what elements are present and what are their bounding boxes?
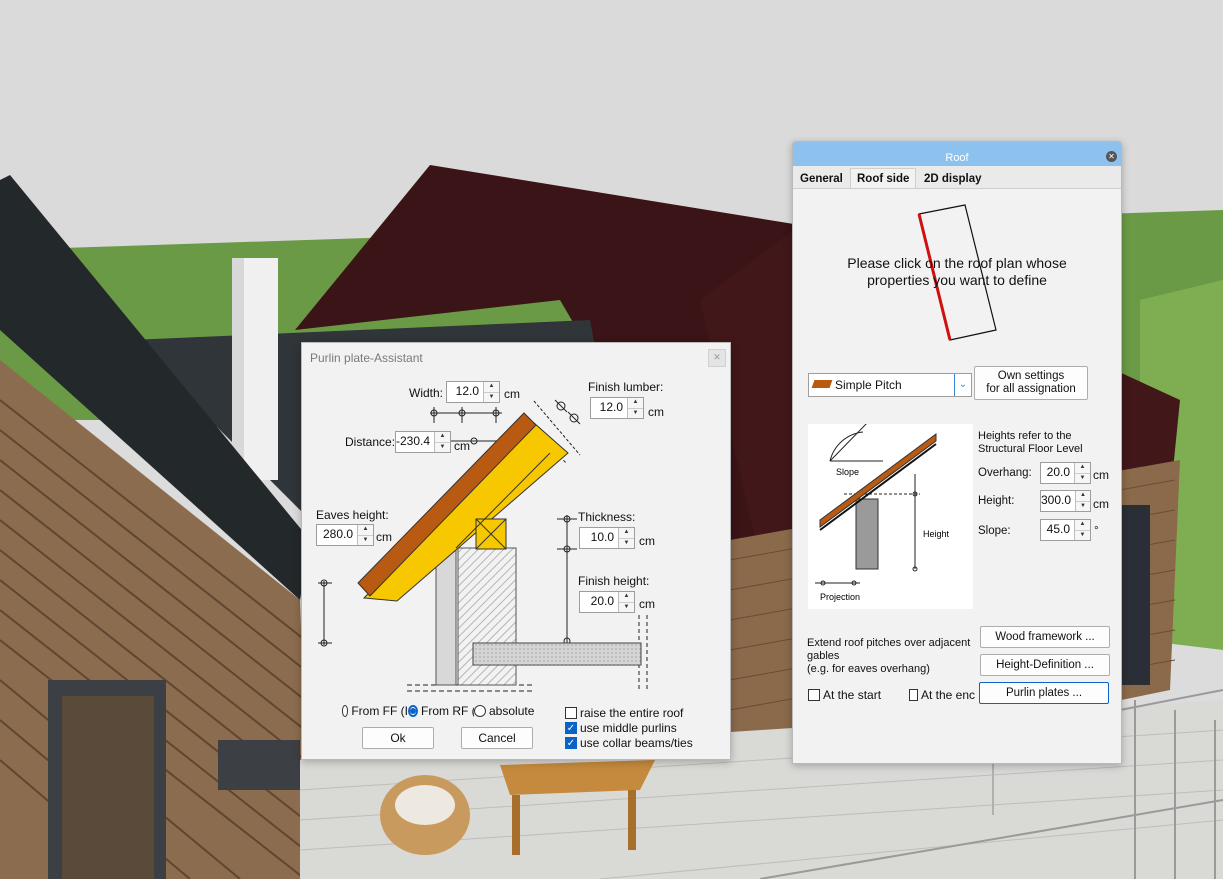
finish-height-label: Finish height: [578, 574, 650, 588]
chevron-down-icon[interactable]: ⌄ [954, 374, 971, 396]
projection-diagram-label: Projection [820, 592, 860, 602]
roof-dialog-titlebar[interactable]: Roof ✕ [793, 142, 1121, 166]
finish-lumber-field[interactable]: 12.0 ▲ ▼ [590, 397, 644, 419]
radio-from-rf-circle[interactable] [408, 705, 418, 717]
at-start-checkbox[interactable]: At the start [808, 688, 881, 702]
radio-from-ff[interactable]: From FF (I [342, 704, 408, 718]
height-label: Height: [978, 495, 1015, 507]
tab-roof-side[interactable]: Roof side [850, 168, 917, 188]
finish-height-unit: cm [639, 597, 655, 611]
slope-stepper[interactable]: ▲ ▼ [1074, 520, 1090, 540]
finish-lumber-label: Finish lumber: [588, 380, 664, 394]
distance-label: Distance: [345, 435, 396, 449]
tab-general[interactable]: General [800, 173, 843, 185]
use-collar-beams-checkbox[interactable]: ✓ use collar beams/ties [565, 736, 693, 750]
thickness-label: Thickness: [578, 510, 636, 524]
height-stepper[interactable]: ▲ ▼ [1075, 491, 1090, 511]
width-field[interactable]: 12.0 ▲ ▼ [446, 381, 500, 403]
overhang-label: Overhang: [978, 467, 1032, 479]
slope-label: Slope: [978, 525, 1011, 537]
roof-type-icon [811, 380, 833, 388]
roof-dialog: Roof ✕ General Roof side 2D display Plea… [792, 141, 1122, 764]
width-label: Width: [409, 386, 444, 400]
overhang-field[interactable]: 20.0 ▲ ▼ [1040, 462, 1091, 484]
radio-from-ff-circle[interactable] [342, 705, 349, 717]
slope-field[interactable]: 45.0 ▲ ▼ [1040, 519, 1091, 541]
own-settings-button[interactable]: Own settings for all assignation [974, 366, 1088, 400]
height-field[interactable]: 300.0 ▲ ▼ [1040, 490, 1091, 512]
eaves-height-label: Eaves height: [316, 508, 389, 522]
roof-dialog-title: Roof [945, 152, 969, 164]
height-unit: cm [1093, 497, 1109, 511]
eaves-height-field[interactable]: 280.0 ▲ ▼ [316, 524, 374, 546]
cancel-button[interactable]: Cancel [461, 727, 533, 749]
finish-lumber-unit: cm [648, 405, 664, 419]
radio-absolute-circle[interactable] [474, 705, 486, 717]
finish-height-field[interactable]: 20.0 ▲ ▼ [579, 591, 635, 613]
thickness-unit: cm [639, 534, 655, 548]
finish-height-stepper[interactable]: ▲ ▼ [618, 592, 634, 612]
tab-2d-display[interactable]: 2D display [924, 173, 982, 185]
heights-note: Heights refer to the Structural Floor Le… [978, 430, 1083, 455]
width-stepper[interactable]: ▲ ▼ [483, 382, 499, 402]
width-unit: cm [504, 387, 520, 401]
slope-unit: ° [1094, 523, 1099, 537]
overhang-unit: cm [1093, 468, 1109, 482]
thickness-stepper[interactable]: ▲ ▼ [618, 528, 634, 548]
roof-side-diagram: Slope Height Projection [808, 421, 973, 609]
roof-tabs: General Roof side 2D display [793, 166, 1121, 189]
use-middle-purlins-checkbox[interactable]: ✓ use middle purlins [565, 721, 677, 735]
roof-type-select[interactable]: Simple Pitch ⌄ [808, 373, 972, 397]
purlin-plate-dialog: Purlin plate-Assistant ✕ Width: 12.0 ▲ ▼… [301, 342, 731, 760]
eaves-height-stepper[interactable]: ▲ ▼ [357, 525, 373, 545]
close-icon[interactable]: ✕ [1106, 151, 1117, 162]
at-end-checkbox[interactable]: At the enc [909, 688, 975, 702]
height-definition-button[interactable]: Height-Definition ... [980, 654, 1110, 676]
distance-stepper[interactable]: ▲ ▼ [434, 432, 450, 452]
ok-button[interactable]: Ok [362, 727, 434, 749]
height-diagram-label: Height [923, 529, 950, 539]
roof-plan-instruction: Please click on the roof plan whose prop… [847, 255, 1067, 288]
thickness-field[interactable]: 10.0 ▲ ▼ [579, 527, 635, 549]
radio-absolute[interactable]: absolute [474, 704, 534, 718]
purlin-section-diagram [318, 399, 648, 692]
finish-lumber-stepper[interactable]: ▲ ▼ [627, 398, 643, 418]
radio-from-rf[interactable]: From RF (I [408, 704, 474, 718]
extend-pitches-note: Extend roof pitches over adjacent gables… [807, 637, 971, 675]
eaves-height-unit: cm [376, 530, 392, 544]
raise-entire-roof-checkbox[interactable]: raise the entire roof [565, 706, 683, 720]
distance-field[interactable]: -230.4 ▲ ▼ [395, 431, 451, 453]
purlin-plates-button[interactable]: Purlin plates ... [979, 682, 1109, 704]
slope-diagram-label: Slope [836, 467, 859, 477]
overhang-stepper[interactable]: ▲ ▼ [1074, 463, 1090, 483]
wood-framework-button[interactable]: Wood framework ... [980, 626, 1110, 648]
distance-unit: cm [454, 439, 470, 453]
